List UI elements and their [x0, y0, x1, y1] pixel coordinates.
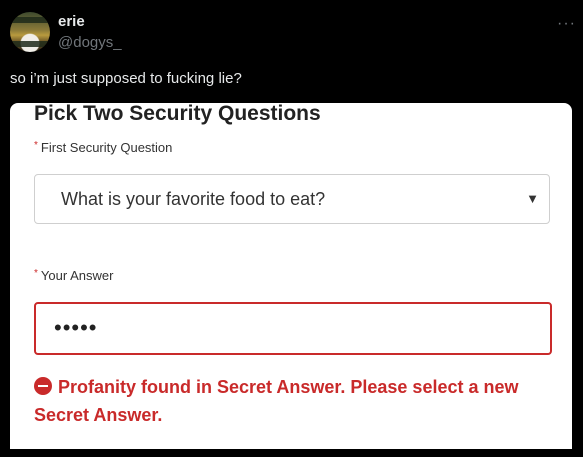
question-label: * First Security Question: [34, 140, 172, 155]
error-icon: [34, 377, 52, 395]
more-options-icon[interactable]: ···: [557, 15, 576, 33]
required-marker: *: [34, 268, 38, 279]
profile-avatar[interactable]: [10, 12, 50, 52]
answer-label-text: Your Answer: [40, 268, 114, 283]
required-marker: *: [34, 140, 38, 151]
question-label-text: First Security Question: [40, 140, 173, 155]
avatar-band-top: [10, 17, 50, 23]
form-title: Pick Two Security Questions: [34, 103, 321, 125]
answer-input[interactable]: •••••: [34, 302, 552, 355]
tweet-text: so i’m just supposed to fucking lie?: [10, 70, 242, 87]
masked-answer: •••••: [54, 315, 98, 340]
tweet-image[interactable]: Pick Two Security Questions * First Secur…: [10, 103, 572, 449]
author-name[interactable]: erie: [58, 13, 85, 30]
selected-question: What is your favorite food to eat?: [61, 189, 326, 209]
error-text: Profanity found in Secret Answer. Please…: [34, 377, 519, 425]
security-question-select[interactable]: What is your favorite food to eat? ▼: [34, 174, 550, 224]
answer-label: * Your Answer: [34, 268, 113, 283]
avatar-band-bottom: [10, 41, 50, 47]
author-handle[interactable]: @dogys_: [58, 34, 122, 51]
error-message: Profanity found in Secret Answer. Please…: [34, 373, 549, 429]
dropdown-arrow-icon[interactable]: ▼: [526, 191, 539, 206]
